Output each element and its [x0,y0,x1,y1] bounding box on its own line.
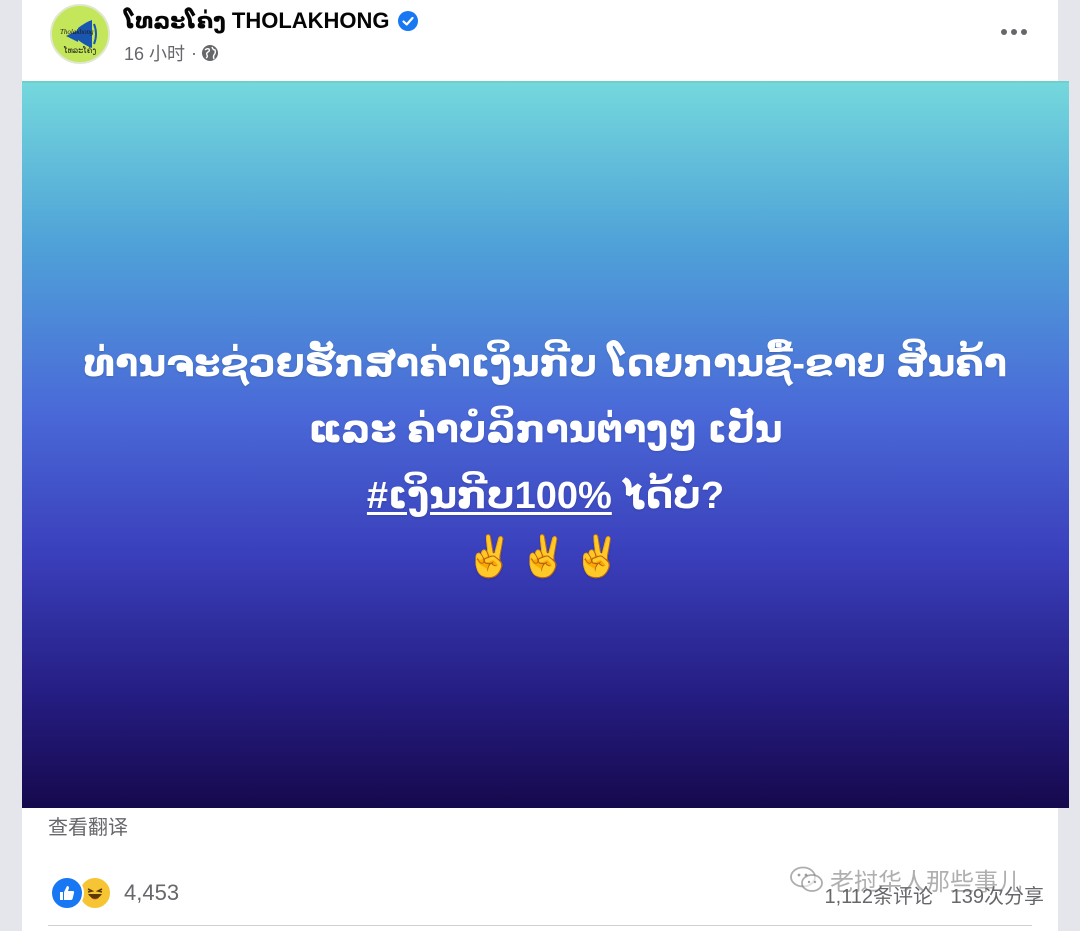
like-icon [50,876,84,910]
author-name[interactable]: ໂທລະໂຄ່ງ THOLAKHONG [124,8,390,34]
divider [48,925,1032,926]
post-timestamp[interactable]: 16 小时 [124,40,185,66]
victory-hand-emojis: ✌️✌️✌️ [464,535,627,579]
reactions-summary[interactable]: 4,453 [50,876,179,910]
author-line: ໂທລະໂຄ່ງ THOLAKHONG [124,6,418,36]
globe-icon [201,44,219,62]
wechat-icon [790,866,823,892]
see-translation-link[interactable]: 查看翻译 [48,811,128,840]
post-card: Tholakhong ໂທລະໂຄ່ງ ໂທລະໂຄ່ງ THOLAKHONG … [22,0,1069,931]
tholakhong-logo: Tholakhong ໂທລະໂຄ່ງ [52,6,108,62]
hashtag-link[interactable]: #ເງິນກີບ100% [367,475,612,517]
more-horizontal-icon [1001,29,1027,35]
reaction-count: 4,453 [124,880,180,905]
avatar[interactable]: Tholakhong ໂທລະໂຄ່ງ [50,4,110,64]
post-text-line-3-rest: ໄດ້ບໍ່? [611,475,725,517]
share-count[interactable]: 139次分享 [951,886,1044,908]
post-image[interactable]: ທ່ານຈະຊ່ວຍຮັກສາຄ່າເງິນກີບ ໂດຍການຊື້-ຂາຍ … [22,81,1069,808]
comment-count[interactable]: 1,112条评论 [824,886,933,908]
more-options-button[interactable] [994,18,1034,46]
svg-text:ໂທລະໂຄ່ງ: ໂທລະໂຄ່ງ [63,45,96,55]
post-text-line-2: ແລະ ຄ່າບໍລິການຕ່າງໆ ເປັນ [308,409,783,451]
verified-badge-icon [397,11,418,31]
svg-text:Tholakhong: Tholakhong [60,28,94,36]
post-text-line-1: ທ່ານຈະຊ່ວຍຮັກສາຄ່າເງິນກີບ ໂດຍການຊື້-ຂາຍ … [84,343,1007,385]
post-meta: 16 小时 · [124,40,219,66]
post-text-line-3: #ເງິນກີບ100% ໄດ້ບໍ່? [22,463,1069,529]
post-image-text: ທ່ານຈະຊ່ວຍຮັກສາຄ່າເງິນກີບ ໂດຍການຊື້-ຂາຍ … [22,331,1069,585]
meta-separator: · [191,42,198,63]
engagement-summary: 1,112条评论 139次分享 [824,880,1044,909]
